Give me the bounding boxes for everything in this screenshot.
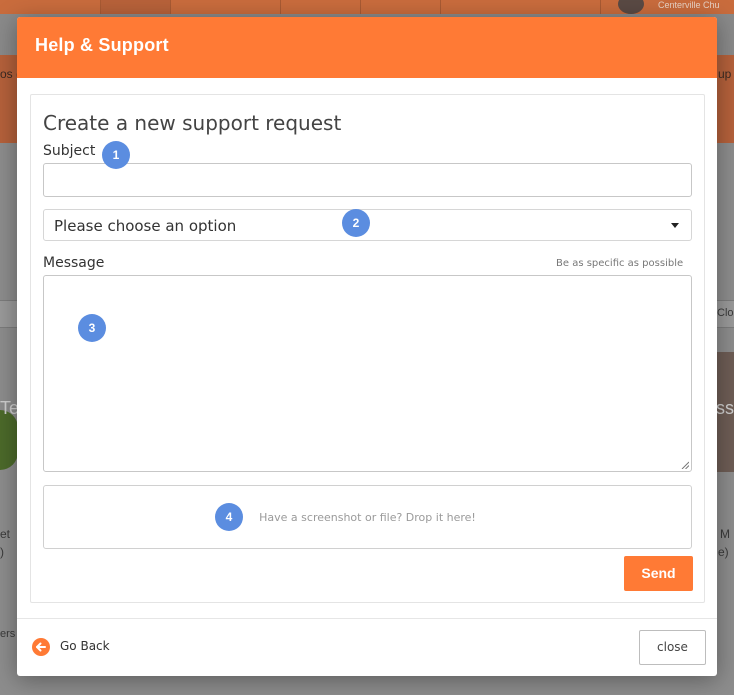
modal-title: Help & Support	[35, 35, 169, 55]
message-hint: Be as specific as possible	[556, 258, 684, 269]
form-heading: Create a new support request	[43, 111, 342, 135]
background-close-fragment: Clo	[717, 307, 734, 319]
caret-down-icon	[671, 223, 679, 228]
background-card-text-right-2: e)	[718, 545, 729, 559]
go-back-label: Go Back	[60, 639, 110, 653]
subject-label: Subject	[43, 143, 96, 159]
background-plant-image	[0, 410, 18, 470]
background-text-left-3: ers	[0, 628, 16, 640]
help-support-modal: Help & Support Create a new support requ…	[17, 17, 717, 676]
modal-header: Help & Support	[17, 17, 717, 78]
annotation-badge-4: 4	[215, 503, 243, 531]
send-button[interactable]: Send	[624, 556, 693, 591]
subject-input[interactable]	[43, 163, 692, 197]
file-dropzone[interactable]: Have a screenshot or file? Drop it here!	[43, 485, 692, 549]
background-tab-fragment-right: up	[718, 67, 732, 81]
background-card-text-right-1: M	[720, 527, 730, 541]
background-card-text-left-1: et	[0, 527, 11, 541]
support-request-form: Create a new support request Subject Ple…	[30, 94, 705, 603]
message-label: Message	[43, 255, 105, 271]
resize-grip-icon[interactable]	[681, 461, 689, 469]
background-user-name: Centerville Chu	[658, 0, 720, 10]
category-select-value: Please choose an option	[54, 217, 237, 235]
background-ss-fragment: ss	[716, 398, 734, 418]
annotation-badge-2: 2	[342, 209, 370, 237]
close-button[interactable]: close	[639, 630, 706, 665]
annotation-badge-3: 3	[78, 314, 106, 342]
dropzone-text: Have a screenshot or file? Drop it here!	[259, 511, 476, 524]
arrow-left-icon	[32, 638, 50, 656]
footer-divider	[17, 618, 717, 619]
background-card-text-left-2: )	[0, 545, 4, 559]
message-textarea[interactable]	[43, 275, 692, 472]
annotation-badge-1: 1	[102, 141, 130, 169]
